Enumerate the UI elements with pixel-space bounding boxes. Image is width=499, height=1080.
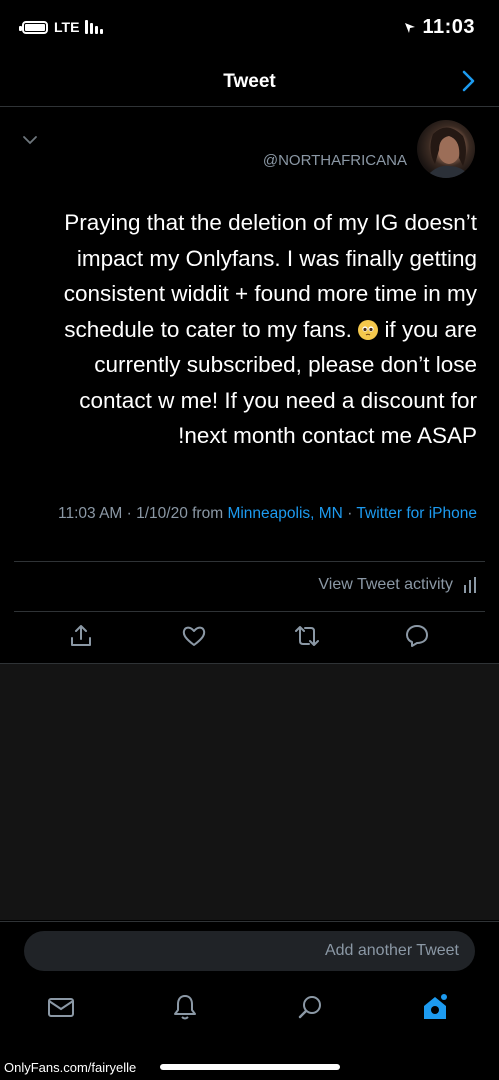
chevron-down-icon[interactable] <box>22 134 38 146</box>
share-icon[interactable] <box>68 623 94 649</box>
avatar[interactable] <box>417 120 475 178</box>
page-title: Tweet <box>223 71 276 92</box>
notifications-bell-icon[interactable] <box>170 992 200 1022</box>
home-icon[interactable] <box>420 992 450 1022</box>
timestamp: 11:03 AM · 1/10/20 from <box>57 505 224 522</box>
status-indicators: LTE <box>19 19 104 35</box>
watermark: OnlyFans.com/fairyelle <box>4 1060 137 1075</box>
status-bar: LTE 11:03 <box>0 0 499 58</box>
messages-envelope-icon[interactable] <box>46 992 76 1022</box>
network-label: LTE <box>54 19 80 35</box>
like-heart-icon[interactable] <box>181 623 207 649</box>
location-link[interactable]: Minneapolis, MN <box>227 505 342 522</box>
divider <box>14 611 485 612</box>
reply-icon[interactable] <box>404 623 430 649</box>
tweet-meta: 11:03 AM · 1/10/20 from Minneapolis, MN … <box>21 503 477 524</box>
bottom-nav <box>0 982 499 1038</box>
top-bar: Tweet <box>0 58 499 107</box>
retweet-icon[interactable] <box>294 623 320 649</box>
pleading-face-emoji-icon <box>358 319 379 340</box>
search-icon[interactable] <box>296 992 326 1022</box>
status-time: 11:03 <box>404 16 475 39</box>
user-handle[interactable]: @NORTHAFRICANA <box>263 152 407 169</box>
clock: 11:03 <box>422 16 475 38</box>
tweet-line: if you are <box>384 316 477 342</box>
signal-icon <box>85 20 104 34</box>
source-link[interactable]: Twitter for iPhone <box>356 505 477 522</box>
battery-icon <box>19 20 48 34</box>
tweet-line: contact w me! If you need a discount for <box>79 387 477 413</box>
meta-separator: · <box>347 505 357 522</box>
tweet-detail-screen: LTE 11:03 Tweet @NORTHAFRICANA Praying t… <box>0 0 499 1080</box>
view-activity-label: View Tweet activity <box>318 576 453 593</box>
tweet-line: next month contact me ASAP! <box>178 423 477 448</box>
add-tweet-input[interactable] <box>24 931 475 971</box>
tweet-line-with-emoji: schedule to cater to my fans. if you are <box>21 312 477 348</box>
tweet-text: Praying that the deletion of my IG doesn… <box>21 205 477 454</box>
bar-chart-icon <box>464 577 476 593</box>
tweet-line: consistent widdit + found more time in m… <box>63 281 477 306</box>
view-tweet-activity-button[interactable]: View Tweet activity <box>318 576 477 594</box>
tweet-line: schedule to cater to my fans. <box>64 316 352 342</box>
location-arrow-icon <box>405 22 416 33</box>
tweet: @NORTHAFRICANA Praying that the deletion… <box>0 107 499 664</box>
avatar-image <box>425 127 471 178</box>
divider <box>14 561 485 562</box>
tweet-line: impact my Onlyfans. I was finally gettin… <box>76 245 477 271</box>
compose-bar <box>0 921 499 982</box>
back-chevron-icon[interactable] <box>455 68 481 94</box>
tweet-line: currently subscribed, please don’t lose <box>94 352 477 377</box>
tweet-actions <box>0 623 499 653</box>
home-indicator[interactable] <box>160 1064 340 1070</box>
replies-area <box>0 664 499 920</box>
tweet-line: Praying that the deletion of my IG doesn… <box>64 210 477 235</box>
